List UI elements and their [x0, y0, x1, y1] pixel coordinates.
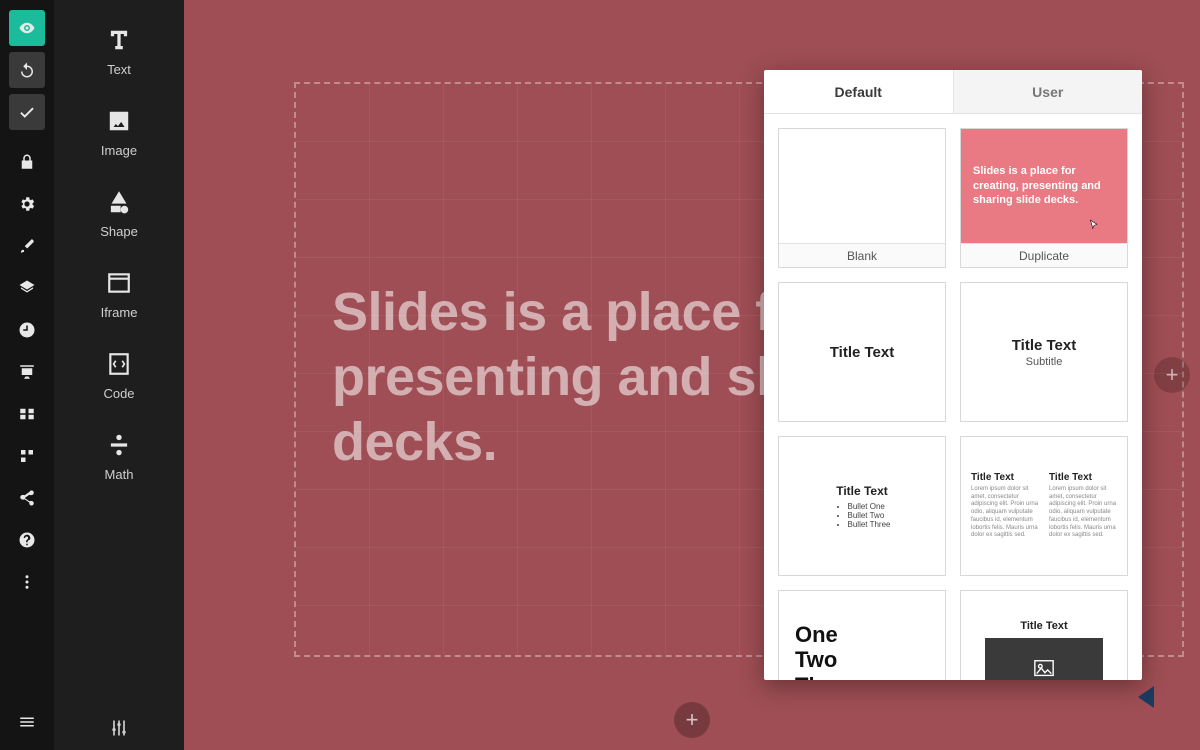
arrange-icon — [18, 405, 36, 423]
style-button[interactable] — [9, 438, 45, 474]
template-big-words[interactable]: One Two Three — [778, 590, 946, 680]
lock-button[interactable] — [9, 144, 45, 180]
undo-button[interactable] — [9, 52, 45, 88]
clock-icon — [18, 321, 36, 339]
undo-icon — [18, 61, 36, 79]
image-icon — [105, 107, 133, 135]
bullet-item: Bullet One — [848, 502, 891, 511]
math-icon — [105, 431, 133, 459]
templates-panel: Default User Blank Slides is a place for… — [764, 70, 1142, 680]
gear-icon — [18, 195, 36, 213]
plus-icon: + — [686, 707, 699, 733]
history-button[interactable] — [9, 312, 45, 348]
twocol-right-body: Lorem ipsum dolor sit amet, consectetur … — [1049, 486, 1117, 541]
template-two-column-preview: Title Text Lorem ipsum dolor sit amet, c… — [961, 437, 1127, 575]
panel-toggle-arrow[interactable] — [1138, 686, 1154, 708]
template-duplicate-preview: Slides is a place for creating, presenti… — [961, 129, 1127, 243]
insert-math[interactable]: Math — [54, 419, 184, 500]
help-icon — [18, 531, 36, 549]
insert-code-label: Code — [103, 386, 134, 401]
insert-image[interactable]: Image — [54, 95, 184, 176]
cursor-icon — [1087, 219, 1101, 237]
insert-shape-label: Shape — [100, 224, 138, 239]
template-title-subtitle-preview: Title Text Subtitle — [961, 283, 1127, 421]
insert-text-label: Text — [107, 62, 131, 77]
layers-button[interactable] — [9, 270, 45, 306]
insert-code[interactable]: Code — [54, 338, 184, 419]
twocol-right-title: Title Text — [1049, 472, 1117, 483]
template-title-image-preview: Title Text — [961, 591, 1127, 680]
brush-icon — [18, 237, 36, 255]
template-title-subtitle-title: Title Text — [1012, 337, 1076, 354]
left-rail — [0, 0, 54, 750]
templates-grid: Blank Slides is a place for creating, pr… — [764, 114, 1142, 680]
template-title-subtitle-sub: Subtitle — [1026, 356, 1063, 368]
tab-user[interactable]: User — [953, 70, 1143, 113]
insert-shape[interactable]: Shape — [54, 176, 184, 257]
more-vertical-icon — [18, 573, 36, 591]
canvas[interactable]: Slides is a place for creating, presenti… — [184, 0, 1200, 750]
insert-image-label: Image — [101, 143, 137, 158]
insert-iframe[interactable]: Iframe — [54, 257, 184, 338]
bigword-3: Three — [795, 673, 929, 680]
bigword-1: One — [795, 622, 929, 647]
preview-button[interactable] — [9, 10, 45, 46]
template-duplicate-caption: Duplicate — [961, 243, 1127, 267]
more-button[interactable] — [9, 564, 45, 600]
check-icon — [18, 103, 36, 121]
template-two-column[interactable]: Title Text Lorem ipsum dolor sit amet, c… — [960, 436, 1128, 576]
text-icon — [105, 26, 133, 54]
insert-text[interactable]: Text — [54, 14, 184, 95]
template-blank-preview — [779, 129, 945, 243]
template-bullets[interactable]: Title Text Bullet One Bullet Two Bullet … — [778, 436, 946, 576]
template-blank-caption: Blank — [779, 243, 945, 267]
iframe-icon — [105, 269, 133, 297]
settings-button[interactable] — [9, 186, 45, 222]
template-blank[interactable]: Blank — [778, 128, 946, 268]
template-bullets-preview: Title Text Bullet One Bullet Two Bullet … — [779, 437, 945, 575]
shape-icon — [105, 188, 133, 216]
presentation-icon — [18, 363, 36, 381]
share-button[interactable] — [9, 480, 45, 516]
brush-button[interactable] — [9, 228, 45, 264]
template-image-title: Title Text — [1020, 620, 1067, 632]
template-title-subtitle[interactable]: Title Text Subtitle — [960, 282, 1128, 422]
template-bullets-list: Bullet One Bullet Two Bullet Three — [834, 502, 891, 529]
add-slide-right-button[interactable]: + — [1154, 357, 1190, 393]
hamburger-icon — [18, 713, 36, 731]
template-title[interactable]: Title Text — [778, 282, 946, 422]
template-big-words-preview: One Two Three — [779, 591, 945, 680]
code-icon — [105, 350, 133, 378]
sliders-icon[interactable] — [109, 718, 129, 738]
template-title-image[interactable]: Title Text — [960, 590, 1128, 680]
template-duplicate-text: Slides is a place for creating, presenti… — [973, 164, 1115, 209]
confirm-button[interactable] — [9, 94, 45, 130]
lock-icon — [18, 153, 36, 171]
templates-tabs: Default User — [764, 70, 1142, 114]
insert-toolbar: Text Image Shape Iframe Code Math — [54, 0, 184, 750]
present-button[interactable] — [9, 354, 45, 390]
template-title-text: Title Text — [830, 344, 894, 361]
image-placeholder — [985, 638, 1102, 680]
tab-default[interactable]: Default — [764, 70, 953, 113]
twocol-left-body: Lorem ipsum dolor sit amet, consectetur … — [971, 486, 1039, 541]
arrange-button[interactable] — [9, 396, 45, 432]
layers-icon — [18, 279, 36, 297]
menu-button[interactable] — [9, 704, 45, 740]
twocol-left-title: Title Text — [971, 472, 1039, 483]
bullet-item: Bullet Two — [848, 511, 891, 520]
template-bullets-title: Title Text — [836, 484, 888, 498]
plus-icon: + — [1166, 362, 1179, 388]
template-duplicate[interactable]: Slides is a place for creating, presenti… — [960, 128, 1128, 268]
bigword-2: Two — [795, 647, 929, 672]
share-icon — [18, 489, 36, 507]
eye-icon — [18, 19, 36, 37]
palette-icon — [18, 447, 36, 465]
bullet-item: Bullet Three — [848, 520, 891, 529]
template-title-preview: Title Text — [779, 283, 945, 421]
insert-math-label: Math — [105, 467, 134, 482]
insert-iframe-label: Iframe — [101, 305, 138, 320]
help-button[interactable] — [9, 522, 45, 558]
add-slide-bottom-button[interactable]: + — [674, 702, 710, 738]
